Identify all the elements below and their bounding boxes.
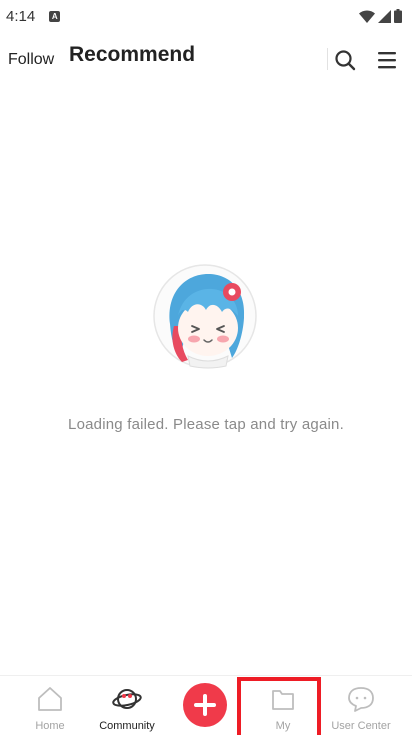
nav-home-label: Home [35, 720, 65, 732]
battery-icon [394, 9, 402, 23]
nav-home[interactable]: Home [15, 676, 85, 733]
header-divider [327, 48, 328, 70]
status-right [359, 9, 402, 23]
tab-recommend[interactable]: Recommend [69, 43, 195, 67]
status-time: 4:14 [6, 7, 36, 25]
menu-icon[interactable] [376, 50, 398, 70]
status-bar: 4:14 A [0, 0, 412, 32]
nav-community-label: Community [99, 720, 155, 732]
home-icon [38, 687, 62, 711]
planet-icon [112, 689, 142, 709]
app-notification-icon: A [49, 10, 61, 22]
top-header: Follow Recommend [0, 40, 412, 80]
status-left: 4:14 A [6, 7, 61, 25]
plus-icon [194, 694, 216, 716]
chat-bubble-icon [348, 687, 374, 712]
loading-failed-message[interactable]: Loading failed. Please tap and try again… [0, 416, 412, 433]
add-post-button[interactable] [183, 683, 227, 727]
highlight-box [237, 677, 321, 735]
tab-follow[interactable]: Follow [8, 51, 54, 69]
wifi-icon [359, 9, 375, 23]
search-icon[interactable] [334, 49, 356, 71]
bottom-nav: Home Community My User Center [0, 675, 412, 733]
nav-user-center[interactable]: User Center [326, 676, 396, 733]
nav-user-center-label: User Center [331, 720, 391, 732]
nav-community[interactable]: Community [92, 676, 162, 733]
signal-icon [378, 9, 391, 23]
mascot-illustration[interactable] [152, 262, 258, 370]
